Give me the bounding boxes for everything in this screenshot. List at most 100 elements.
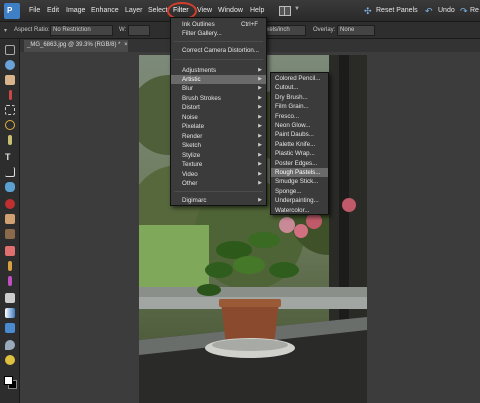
crop-tool-icon[interactable] — [5, 167, 15, 177]
menu-item-distort[interactable]: Distort ▶ — [171, 103, 266, 112]
submenu-arrow-icon: ▶ — [258, 123, 262, 129]
menu-item-noise[interactable]: Noise ▶ — [171, 113, 266, 122]
app-logo-letter: P — [7, 6, 13, 15]
last-filter-shortcut: Ctrl+F — [240, 21, 258, 28]
gradient-tool-icon[interactable] — [5, 308, 15, 318]
undo-icon[interactable]: ↶ — [425, 6, 433, 17]
menu-item-digimarc[interactable]: Digimarc ▶ — [171, 196, 266, 205]
redo-button[interactable]: Re — [470, 7, 479, 14]
tool-preset-arrow-icon[interactable]: ▾ — [4, 27, 7, 34]
marquee-tool-icon[interactable] — [5, 105, 15, 115]
document-tab[interactable]: _MG_6863.jpg @ 39.3% (RGB/8) * × — [24, 40, 128, 52]
red-eye-tool-icon[interactable] — [5, 199, 15, 209]
menu-item-palette-knife[interactable]: Palette Knife... — [271, 140, 328, 149]
type-tool-icon[interactable]: T — [5, 152, 15, 162]
spot-healing-tool-icon[interactable] — [5, 214, 15, 224]
move-tool-icon[interactable] — [5, 45, 15, 55]
brush-tool-icon[interactable] — [8, 261, 12, 271]
menu-separator — [174, 191, 263, 192]
menu-item-adjustments[interactable]: Adjustments ▶ — [171, 66, 266, 75]
menu-separator — [174, 59, 263, 60]
aspect-ratio-label: Aspect Ratio: — [14, 27, 50, 33]
menu-item-last-filter[interactable]: Ink Outlines Ctrl+F — [171, 20, 266, 29]
last-filter-label: Ink Outlines — [182, 21, 215, 28]
submenu-arrow-icon: ▶ — [258, 113, 262, 120]
menu-item-fresco[interactable]: Fresco... — [271, 112, 328, 121]
overlay-select[interactable]: None — [337, 25, 375, 36]
menu-item-plastic-wrap[interactable]: Plastic Wrap... — [271, 149, 328, 158]
submenu-arrow-icon: ▶ — [258, 67, 262, 73]
paint-bucket-tool-icon[interactable] — [5, 293, 15, 303]
menu-item-stylize[interactable]: Stylize ▶ — [171, 151, 266, 160]
foreground-color-swatch[interactable] — [4, 376, 13, 385]
menu-item-blur[interactable]: Blur ▶ — [171, 84, 266, 93]
width-label: W: — [119, 27, 127, 33]
menu-item-sponge[interactable]: Sponge... — [271, 187, 328, 196]
menu-item-texture[interactable]: Texture ▶ — [171, 160, 266, 169]
close-tab-icon[interactable]: × — [124, 42, 128, 48]
resolution-unit-select[interactable]: ixels/inch — [262, 25, 306, 36]
menu-item-sketch[interactable]: Sketch ▶ — [171, 141, 266, 150]
menu-item-rough-pastels[interactable]: Rough Pastels... — [271, 168, 328, 178]
submenu-arrow-icon: ▶ — [258, 161, 262, 167]
reset-panels-icon[interactable]: ✣ — [364, 6, 372, 17]
menu-enhance[interactable]: Enhance — [91, 7, 119, 14]
menu-item-colored-pencil[interactable]: Colored Pencil... — [271, 74, 328, 83]
menu-select[interactable]: Select — [148, 7, 167, 14]
submenu-arrow-icon: ▶ — [258, 104, 262, 110]
shape-tool-icon[interactable] — [5, 323, 15, 333]
redo-icon[interactable]: ↷ — [460, 6, 468, 17]
menu-window[interactable]: Window — [218, 7, 243, 14]
menu-item-pixelate[interactable]: Pixelate ▶ — [171, 122, 266, 131]
sponge-tool-icon[interactable] — [5, 355, 15, 365]
menu-item-film-grain[interactable]: Film Grain... — [271, 102, 328, 111]
filter-menu: Ink Outlines Ctrl+F Filter Gallery... Co… — [170, 17, 267, 206]
menu-item-filter-gallery[interactable]: Filter Gallery... — [171, 29, 266, 38]
menu-item-poster-edges[interactable]: Poster Edges... — [271, 159, 328, 168]
clone-stamp-tool-icon[interactable] — [5, 229, 15, 239]
menu-item-correct-camera-distortion[interactable]: Correct Camera Distortion... — [171, 46, 266, 55]
submenu-arrow-icon: ▶ — [258, 151, 262, 158]
menu-file[interactable]: File — [29, 7, 40, 14]
menu-view[interactable]: View — [197, 7, 212, 14]
menu-image[interactable]: Image — [66, 7, 85, 14]
eyedropper-tool-icon[interactable] — [9, 90, 12, 100]
menu-layer[interactable]: Layer — [125, 7, 143, 14]
aspect-ratio-select[interactable]: No Restriction — [50, 25, 113, 36]
width-input[interactable] — [128, 25, 150, 36]
menu-item-video[interactable]: Video ▶ — [171, 170, 266, 179]
menu-item-artistic[interactable]: Artistic ▶ — [171, 75, 266, 84]
eraser-tool-icon[interactable] — [5, 246, 15, 256]
layout-chevron-icon[interactable]: ▼ — [294, 6, 300, 12]
menu-item-other[interactable]: Other ▶ — [171, 179, 266, 188]
layout-icon[interactable] — [279, 6, 291, 16]
lasso-tool-icon[interactable] — [5, 120, 15, 130]
menu-item-paint-daubs[interactable]: Paint Daubs... — [271, 130, 328, 139]
submenu-arrow-icon: ▶ — [258, 180, 262, 186]
menu-item-brush-strokes[interactable]: Brush Strokes ▶ — [171, 94, 266, 103]
submenu-arrow-icon: ▶ — [258, 85, 262, 91]
menu-separator — [174, 41, 263, 42]
overlay-label: Overlay: — [313, 27, 336, 33]
menu-help[interactable]: Help — [250, 7, 264, 14]
cookie-cutter-tool-icon[interactable] — [5, 182, 15, 192]
menu-item-underpainting[interactable]: Underpainting... — [271, 196, 328, 205]
menu-item-dry-brush[interactable]: Dry Brush... — [271, 93, 328, 102]
artistic-submenu: Colored Pencil... Cutout... Dry Brush...… — [270, 72, 329, 215]
submenu-arrow-icon: ▶ — [258, 76, 262, 82]
menu-item-render[interactable]: Render ▶ — [171, 132, 266, 141]
menu-item-watercolor[interactable]: Watercolor... — [271, 206, 328, 215]
reset-panels-button[interactable]: Reset Panels — [376, 7, 418, 14]
zoom-tool-icon[interactable] — [5, 60, 15, 70]
submenu-arrow-icon: ▶ — [258, 197, 262, 203]
menu-item-cutout[interactable]: Cutout... — [271, 83, 328, 92]
submenu-arrow-icon: ▶ — [258, 132, 262, 139]
menu-edit[interactable]: Edit — [47, 7, 59, 14]
magic-wand-tool-icon[interactable] — [8, 135, 12, 145]
blur-tool-icon[interactable] — [5, 340, 15, 350]
undo-button[interactable]: Undo — [438, 7, 455, 14]
smart-brush-tool-icon[interactable] — [8, 276, 12, 286]
menu-item-smudge-stick[interactable]: Smudge Stick... — [271, 177, 328, 186]
hand-tool-icon[interactable] — [5, 75, 15, 85]
menu-item-neon-glow[interactable]: Neon Glow... — [271, 121, 328, 130]
